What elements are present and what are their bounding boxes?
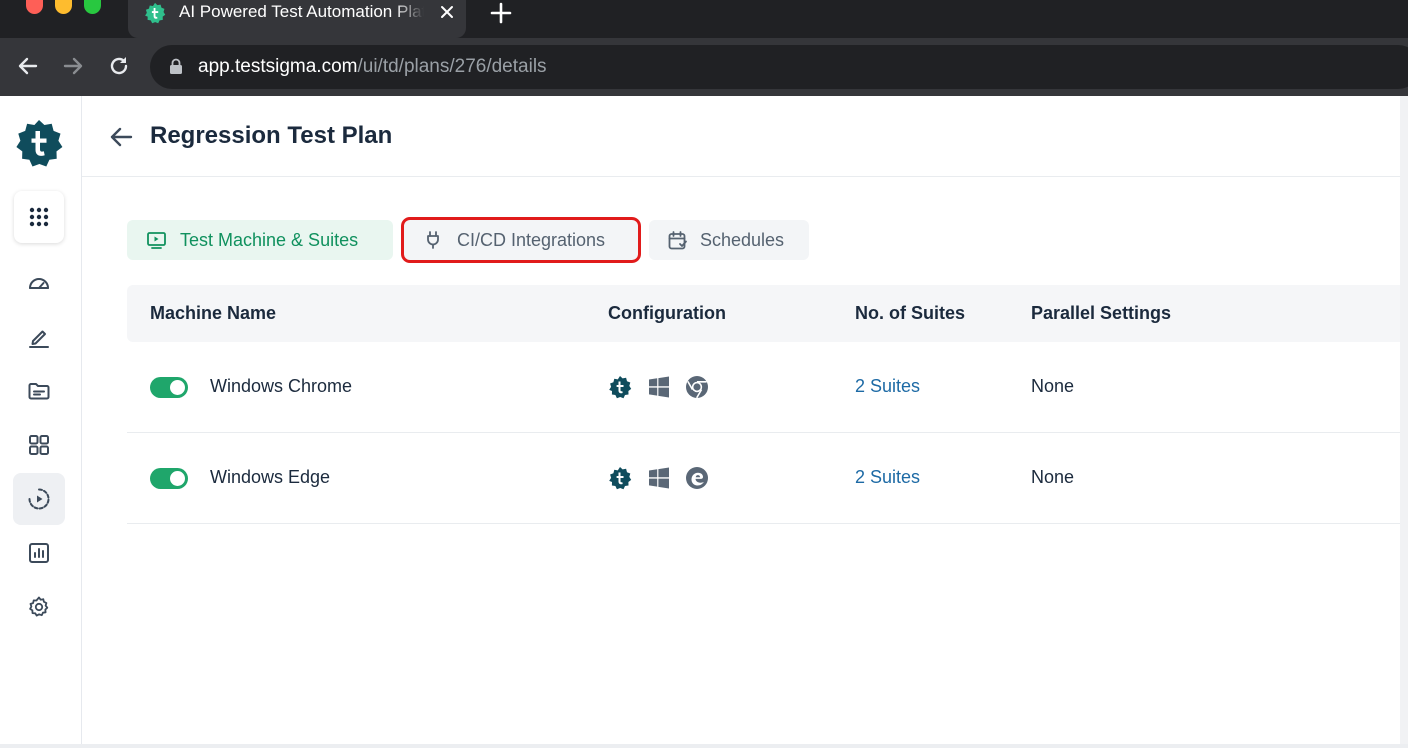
- windows-icon: [649, 376, 669, 398]
- browser-tab[interactable]: AI Powered Test Automation Platform: [128, 0, 466, 38]
- reports-icon: [29, 543, 49, 563]
- close-window-button[interactable]: [26, 0, 43, 14]
- testsigma-agent-icon: [609, 467, 632, 490]
- app-sidebar: [0, 96, 82, 748]
- window-bottom-edge: [0, 744, 1408, 748]
- url-text: app.testsigma.com/ui/td/plans/276/detail…: [198, 56, 547, 78]
- run-icon: [28, 488, 50, 510]
- edge-icon: [686, 467, 708, 489]
- suites-link[interactable]: 2 Suites: [855, 376, 920, 397]
- tab-label: Schedules: [700, 230, 785, 250]
- testsigma-favicon-icon: [145, 2, 166, 24]
- maximize-window-button[interactable]: [84, 0, 101, 14]
- tab-schedules[interactable]: Schedules: [649, 220, 809, 260]
- lock-icon[interactable]: [169, 58, 183, 75]
- browser-tab-strip: AI Powered Test Automation Platform: [0, 0, 1408, 38]
- tab-label: Test Machine & Suites: [180, 230, 359, 250]
- chrome-icon: [686, 376, 708, 399]
- grid-icon: [29, 435, 49, 455]
- forward-icon[interactable]: [60, 53, 86, 79]
- sidebar-item-test-data[interactable]: [13, 365, 65, 417]
- url-host: app.testsigma.com: [198, 56, 358, 77]
- parallel-settings: None: [1031, 467, 1075, 487]
- table-row[interactable]: Windows Chrome 2 Suites None: [127, 342, 1400, 433]
- tab-label: CI/CD Integrations: [457, 230, 606, 250]
- column-header-configuration: Configuration: [608, 303, 726, 323]
- monitor-play-icon: [147, 232, 166, 249]
- testsigma-logo-icon[interactable]: [14, 118, 64, 168]
- edit-icon: [29, 330, 49, 348]
- table-row[interactable]: Windows Edge 2 Suites None: [127, 433, 1400, 524]
- minimize-window-button[interactable]: [55, 0, 72, 14]
- column-header-suites: No. of Suites: [855, 303, 966, 323]
- machine-enabled-toggle[interactable]: [150, 377, 188, 398]
- sidebar-item-test-cases[interactable]: [13, 311, 65, 363]
- calendar-icon: [668, 231, 687, 250]
- browser-toolbar: app.testsigma.com/ui/td/plans/276/detail…: [0, 38, 1408, 96]
- sidebar-item-settings[interactable]: [13, 581, 65, 633]
- window-right-edge: [1400, 96, 1408, 748]
- back-icon[interactable]: [15, 53, 41, 79]
- back-arrow-icon[interactable]: [108, 124, 134, 150]
- machines-table: Machine Name Configuration No. of Suites…: [127, 285, 1400, 524]
- plug-icon: [427, 231, 439, 249]
- column-header-parallel: Parallel Settings: [1031, 303, 1172, 323]
- apps-grid-icon: [29, 207, 49, 227]
- parallel-settings: None: [1031, 376, 1075, 396]
- suites-link[interactable]: 2 Suites: [855, 467, 920, 488]
- machine-name: Windows Chrome: [210, 376, 353, 396]
- address-bar[interactable]: app.testsigma.com/ui/td/plans/276/detail…: [150, 45, 1408, 89]
- tab-test-machine-suites[interactable]: Test Machine & Suites: [127, 220, 393, 260]
- close-tab-icon[interactable]: [436, 1, 458, 23]
- new-tab-icon[interactable]: [488, 0, 514, 26]
- windows-icon: [649, 467, 669, 489]
- page-header: Regression Test Plan: [82, 96, 1400, 177]
- sidebar-item-elements[interactable]: [13, 419, 65, 471]
- column-header-machine-name: Machine Name: [150, 303, 277, 323]
- settings-icon: [29, 596, 49, 617]
- dashboard-icon: [29, 278, 49, 289]
- machine-name: Windows Edge: [210, 467, 331, 487]
- main-content: Regression Test Plan Test Machine & Suit…: [82, 96, 1400, 748]
- sidebar-item-reports[interactable]: [13, 527, 65, 579]
- sidebar-item-dashboard[interactable]: [13, 257, 65, 309]
- folder-icon: [28, 383, 50, 400]
- table-header: Machine Name Configuration No. of Suites…: [127, 285, 1400, 342]
- testsigma-agent-icon: [609, 376, 632, 399]
- page-title: Regression Test Plan: [150, 122, 393, 149]
- machine-enabled-toggle[interactable]: [150, 468, 188, 489]
- sidebar-item-run[interactable]: [13, 473, 65, 525]
- tab-ci-cd-integrations[interactable]: CI/CD Integrations: [401, 217, 641, 263]
- apps-menu-button[interactable]: [14, 191, 64, 243]
- tab-title: AI Powered Test Automation Platform: [179, 2, 424, 21]
- url-path: /ui/td/plans/276/details: [357, 56, 547, 77]
- reload-icon[interactable]: [106, 53, 132, 79]
